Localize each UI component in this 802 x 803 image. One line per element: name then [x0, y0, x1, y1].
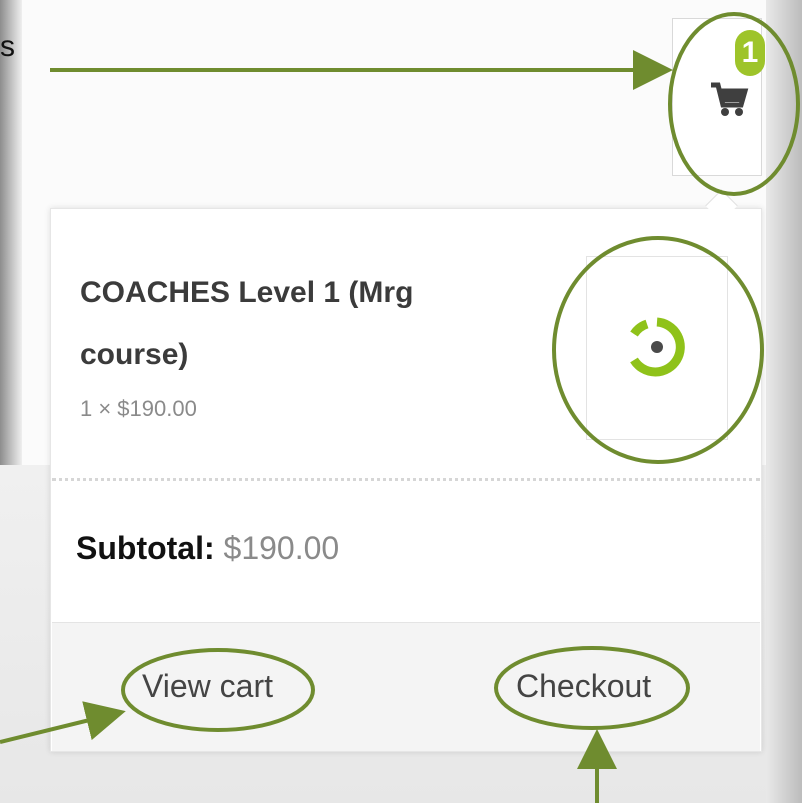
subtotal: Subtotal: $190.00 — [76, 530, 339, 567]
cart-item-thumbnail[interactable] — [586, 256, 728, 440]
subtotal-amount: $190.00 — [223, 530, 340, 566]
cut-off-text: s — [0, 30, 15, 63]
cart-item-name[interactable]: COACHES Level 1 (Mrg course) — [80, 262, 500, 386]
cart-item-quantity-price: 1 × $190.00 — [80, 396, 197, 421]
logo-ring-icon — [630, 317, 685, 377]
cart-icon — [711, 82, 749, 116]
subtotal-label: Subtotal: — [76, 530, 215, 566]
view-cart-button[interactable]: View cart — [142, 668, 273, 705]
cart-count-badge: 1 — [735, 30, 765, 76]
separator — [52, 478, 760, 481]
right-background-strip — [766, 0, 802, 803]
checkout-button[interactable]: Checkout — [516, 668, 651, 705]
